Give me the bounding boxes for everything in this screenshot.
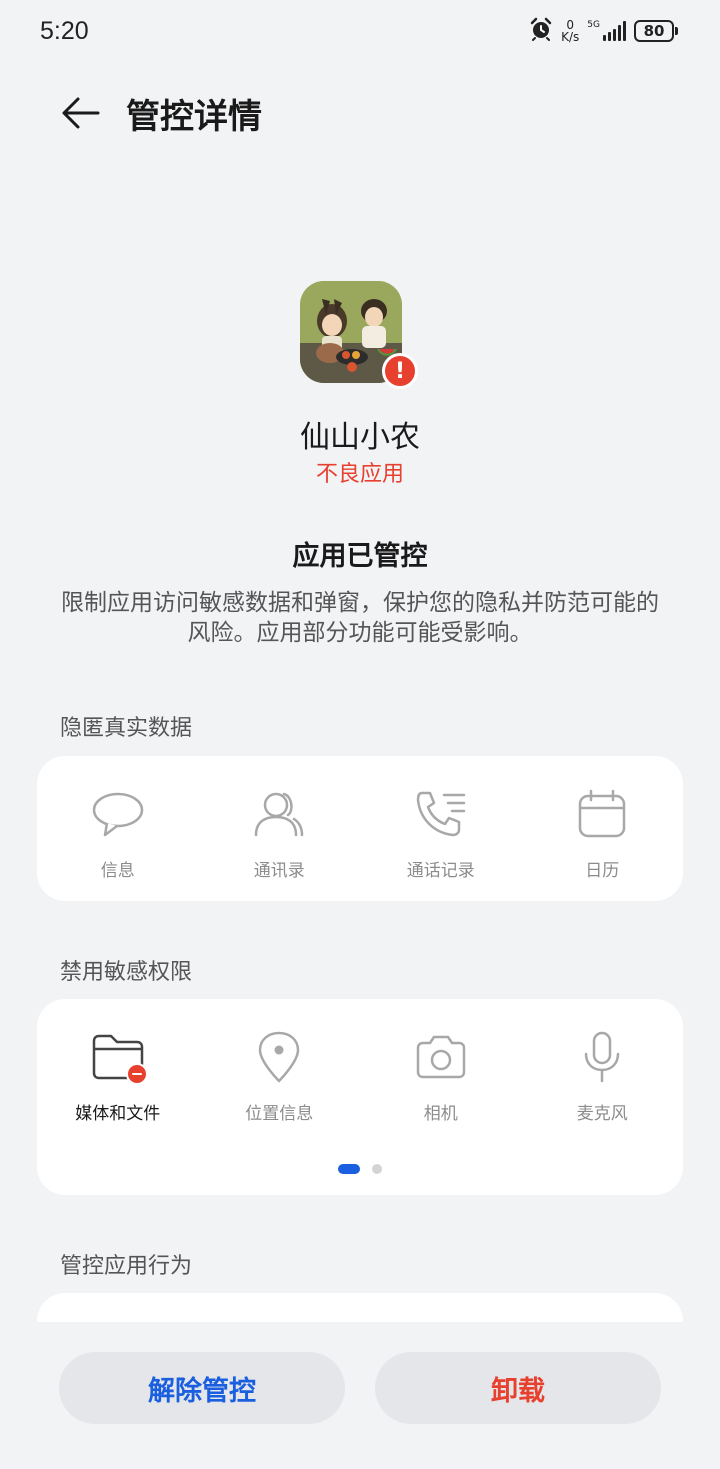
- call-log-icon: [413, 786, 469, 842]
- app-icon-container: !: [300, 281, 420, 391]
- permission-item-label: 麦克风: [576, 1104, 628, 1124]
- calendar-icon: [574, 786, 630, 842]
- control-status-title: 应用已管控: [292, 541, 428, 572]
- permission-item-microphone[interactable]: 麦克风: [522, 1029, 684, 1124]
- hide-data-item-label: 日历: [585, 861, 620, 881]
- page-title: 管控详情: [126, 96, 262, 137]
- battery-level: 80: [634, 20, 674, 42]
- release-control-button[interactable]: 解除管控: [59, 1352, 345, 1424]
- network-type: 5G: [587, 20, 600, 30]
- status-icons: 0 K/s 5G 80: [529, 17, 678, 45]
- status-bar: 5:20 0 K/s 5G 80: [0, 0, 720, 62]
- battery-icon: 80: [634, 20, 678, 42]
- bottom-action-bar: 解除管控 卸载: [0, 1322, 720, 1469]
- permissions-card: 媒体和文件 位置信息 相机 麦克风: [37, 999, 683, 1195]
- folder-icon: [90, 1029, 148, 1085]
- control-status-description: 限制应用访问敏感数据和弹窗，保护您的隐私并防范可能的风险。应用部分功能可能受影响…: [61, 590, 659, 646]
- location-icon: [251, 1029, 307, 1085]
- permission-item-media-files[interactable]: 媒体和文件: [37, 1029, 199, 1124]
- section-label-control-behavior: 管控应用行为: [60, 1254, 193, 1279]
- hide-data-item-contacts[interactable]: 通讯录: [199, 786, 361, 881]
- section-label-hide-data: 隐匿真实数据: [60, 716, 193, 741]
- hide-data-card: 信息 通讯录 通话记录 日历: [37, 756, 683, 901]
- contacts-icon: [251, 786, 307, 842]
- page-dot-active: [338, 1164, 360, 1174]
- hide-data-item-label: 通讯录: [253, 861, 305, 881]
- camera-icon: [413, 1029, 469, 1085]
- hide-data-item-label: 通话记录: [406, 861, 475, 881]
- uninstall-button[interactable]: 卸载: [375, 1352, 661, 1424]
- app-name: 仙山小农: [300, 420, 420, 455]
- net-speed: 0 K/s: [561, 19, 579, 43]
- hide-data-item-label: 信息: [100, 861, 135, 881]
- back-arrow-icon: [62, 97, 100, 129]
- microphone-icon: [574, 1029, 630, 1085]
- permission-item-label: 媒体和文件: [75, 1104, 161, 1124]
- message-icon: [90, 786, 146, 842]
- permission-item-label: 相机: [423, 1104, 458, 1124]
- blocked-badge-icon: [125, 1063, 148, 1085]
- permission-item-label: 位置信息: [245, 1104, 314, 1124]
- page-dot: [372, 1164, 382, 1174]
- page-indicator[interactable]: [37, 1164, 683, 1174]
- permission-item-location[interactable]: 位置信息: [199, 1029, 361, 1124]
- hide-data-item-message[interactable]: 信息: [37, 786, 199, 881]
- section-label-disable-permissions: 禁用敏感权限: [60, 960, 193, 985]
- warning-icon: !: [382, 353, 418, 389]
- alarm-icon: [529, 17, 553, 45]
- signal-icon: 5G: [587, 21, 626, 41]
- header: 管控详情: [0, 82, 720, 144]
- hide-data-item-call-log[interactable]: 通话记录: [360, 786, 522, 881]
- status-time: 5:20: [40, 16, 89, 45]
- net-speed-unit: K/s: [561, 30, 580, 44]
- back-button[interactable]: [52, 85, 108, 141]
- app-risk-tag: 不良应用: [315, 462, 404, 487]
- permission-item-camera[interactable]: 相机: [360, 1029, 522, 1124]
- hide-data-item-calendar[interactable]: 日历: [522, 786, 684, 881]
